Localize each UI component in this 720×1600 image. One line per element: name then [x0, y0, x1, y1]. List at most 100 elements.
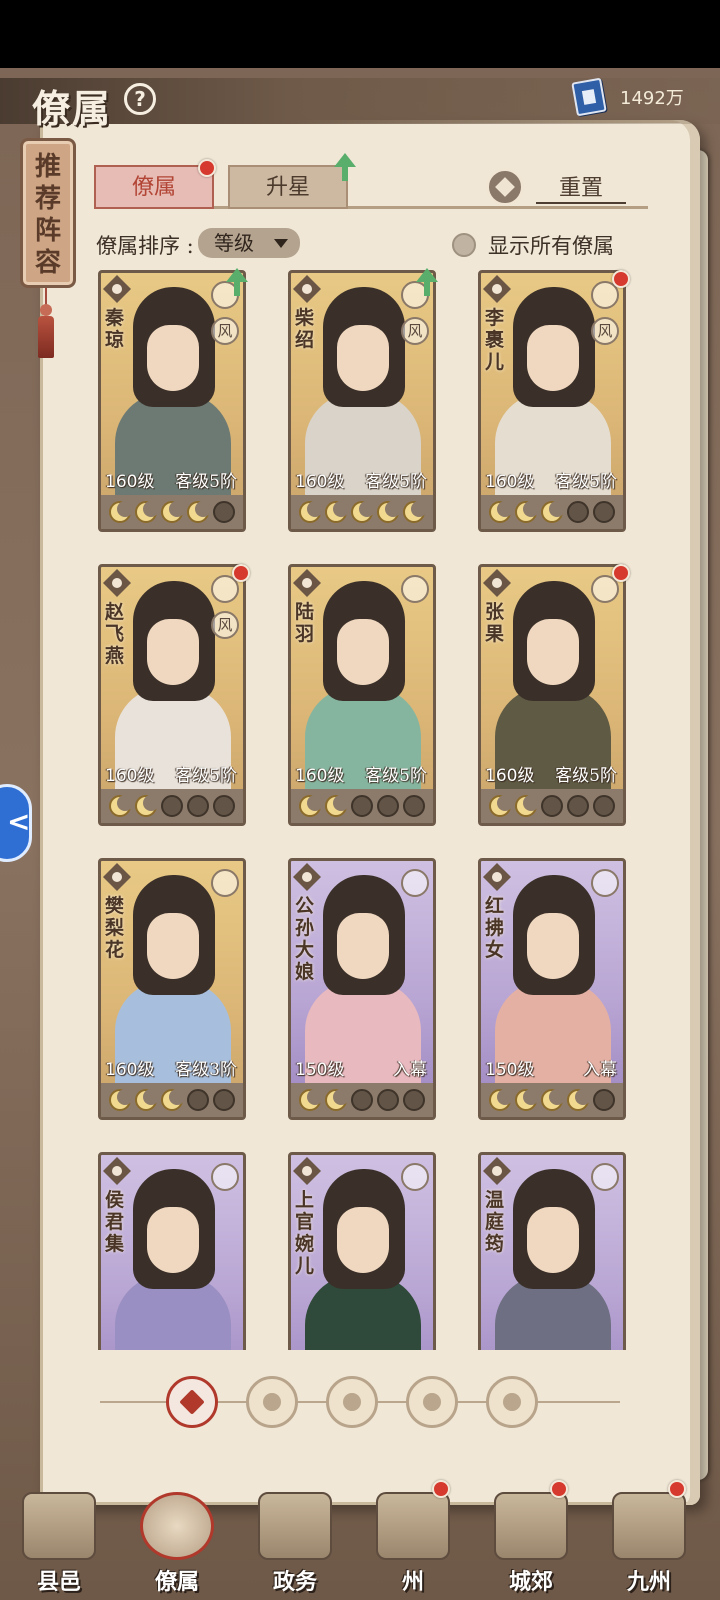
retainer-rank: 客级5阶 [175, 472, 237, 492]
retainer-card[interactable]: 风 李裹儿 160级 客级5阶 [478, 270, 626, 532]
notification-dot [612, 270, 630, 288]
retainer-card[interactable]: 侯君集 [98, 1152, 246, 1350]
faction-lion-icon[interactable] [486, 1376, 538, 1428]
retainer-card[interactable]: 风 柴绍 160级 客级5阶 [288, 270, 436, 532]
nav-item[interactable]: 政务 [240, 1478, 350, 1600]
star-rating [101, 1083, 243, 1117]
retainer-card[interactable]: 上官婉儿 [288, 1152, 436, 1350]
moon-star-icon [213, 795, 235, 817]
moon-star-icon [541, 501, 565, 523]
upgrade-arrow-icon [416, 268, 438, 296]
retainer-card[interactable]: 风 秦琼 160级 客级5阶 [98, 270, 246, 532]
moon-star-icon [187, 501, 211, 523]
currency-display: 1492万 [571, 77, 684, 117]
bottom-nav: 县邑 僚属 政务 州 城郊 九州 [0, 1478, 720, 1600]
moon-star-icon [403, 501, 427, 523]
retainer-name: 红拂女 [485, 895, 505, 961]
retainer-name: 上官婉儿 [295, 1189, 315, 1277]
retainer-card[interactable]: 公孙大娘 150级 入幕 [288, 858, 436, 1120]
moon-star-icon [299, 501, 323, 523]
faction-beast-icon[interactable] [326, 1376, 378, 1428]
retainer-rank: 入幕 [583, 1060, 617, 1080]
moon-star-icon [515, 1089, 539, 1111]
role-icon [401, 1163, 429, 1191]
moon-star-icon [161, 1089, 185, 1111]
role-icon [401, 869, 429, 897]
help-button[interactable]: ? [124, 83, 156, 115]
moon-star-icon [567, 795, 589, 817]
retainer-grid: 风秦琼 160级 客级5阶风柴绍 160级 客级5阶风李裹儿 160级 客级5阶风赵飞燕 16… [60, 262, 660, 1350]
nav-item[interactable]: 僚属 [122, 1478, 232, 1600]
moon-star-icon [299, 795, 323, 817]
retainer-card[interactable]: 红拂女 150级 入幕 [478, 858, 626, 1120]
retainer-card[interactable]: 樊梨花 160级 客级3阶 [98, 858, 246, 1120]
nav-label: 九州 [626, 1569, 671, 1595]
retainer-rank: 入幕 [393, 1060, 427, 1080]
nav-item[interactable]: 九州 [594, 1478, 704, 1600]
nav-art-icon [258, 1492, 332, 1560]
notification-dot [668, 1480, 686, 1498]
moon-star-icon [489, 501, 513, 523]
retainer-card[interactable]: 陆羽 160级 客级5阶 [288, 564, 436, 826]
star-rating [291, 1083, 433, 1117]
moon-star-icon [567, 1089, 591, 1111]
nav-item[interactable]: 县邑 [4, 1478, 114, 1600]
tab-star-up[interactable]: 升星 [228, 165, 348, 209]
notification-dot [232, 564, 250, 582]
all-filter-icon[interactable] [166, 1376, 218, 1428]
star-rating [101, 495, 243, 529]
moon-star-icon [187, 795, 209, 817]
retainer-level: 160级 [295, 766, 345, 786]
role-icon [401, 575, 429, 603]
moon-star-icon [403, 1089, 425, 1111]
faction-fan-icon[interactable] [406, 1376, 458, 1428]
moon-star-icon [593, 501, 615, 523]
star-rating [481, 789, 623, 823]
nav-label: 政务 [272, 1569, 317, 1595]
show-all-checkbox[interactable] [452, 233, 476, 257]
moon-star-icon [135, 795, 159, 817]
reset-button[interactable]: 重置 [536, 170, 626, 204]
retainer-name: 赵飞燕 [105, 601, 125, 667]
retainer-card[interactable]: 风 赵飞燕 160级 客级5阶 [98, 564, 246, 826]
retainer-name: 秦琼 [105, 307, 125, 351]
retainer-level: 160级 [485, 472, 535, 492]
moon-star-icon [377, 795, 399, 817]
retainer-card[interactable]: 温庭筠 [478, 1152, 626, 1350]
moon-star-icon [135, 1089, 159, 1111]
nav-label: 县邑 [36, 1569, 81, 1595]
retainer-card[interactable]: 张果 160级 客级5阶 [478, 564, 626, 826]
role-icon [211, 869, 239, 897]
retainer-name: 李裹儿 [485, 307, 505, 373]
retainer-name: 柴绍 [295, 307, 315, 351]
reset-icon[interactable] [486, 168, 524, 206]
nav-label: 僚属 [154, 1569, 199, 1595]
tab-retainers[interactable]: 僚属 [94, 165, 214, 209]
sort-label: 僚属排序 : [96, 234, 194, 258]
nav-item[interactable]: 州 [358, 1478, 468, 1600]
feng-badge: 风 [401, 317, 429, 345]
feng-badge: 风 [591, 317, 619, 345]
moon-star-icon [351, 501, 375, 523]
moon-star-icon [213, 1089, 235, 1111]
star-rating [291, 789, 433, 823]
notification-dot [612, 564, 630, 582]
nav-item[interactable]: 城郊 [476, 1478, 586, 1600]
retainer-level: 160级 [105, 472, 155, 492]
role-icon [591, 1163, 619, 1191]
moon-star-icon [567, 501, 589, 523]
moon-star-icon [325, 795, 349, 817]
upgrade-arrow-icon [226, 268, 248, 296]
recommended-lineup-label: 推荐阵容 [34, 152, 61, 278]
moon-star-icon [403, 795, 425, 817]
sort-dropdown[interactable]: 等级 [198, 228, 300, 258]
moon-star-icon [489, 1089, 513, 1111]
show-all-label: 显示所有僚属 [488, 234, 614, 258]
notification-dot [550, 1480, 568, 1498]
nav-art-icon [376, 1492, 450, 1560]
sort-value: 等级 [214, 231, 254, 255]
floating-side-button[interactable] [0, 784, 32, 862]
chevron-down-icon [274, 239, 288, 248]
faction-bell-icon[interactable] [246, 1376, 298, 1428]
retainer-rank: 客级5阶 [555, 472, 617, 492]
